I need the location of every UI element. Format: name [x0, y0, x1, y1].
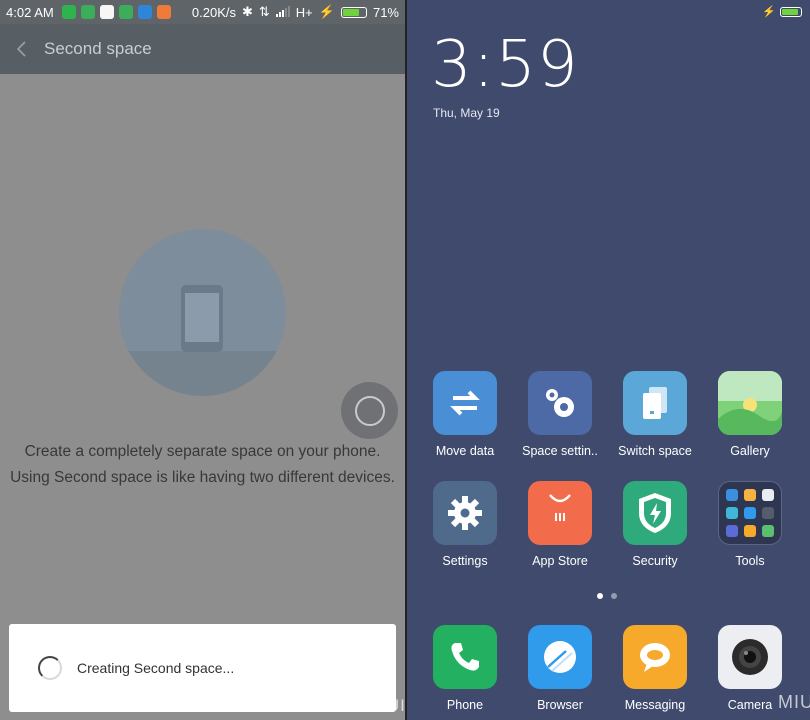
network-speed: 0.20K/s — [191, 4, 236, 20]
sim-notification-icon-2 — [118, 5, 133, 19]
progress-message: Creating Second space... — [77, 660, 235, 676]
back-button[interactable] — [0, 24, 44, 74]
app-label: Move data — [435, 444, 495, 458]
cloud-notification-icon — [137, 5, 152, 19]
phone-icon — [433, 625, 497, 689]
loading-spinner-icon — [38, 656, 62, 680]
sim-notification-icon — [80, 5, 95, 19]
messaging-icon — [623, 625, 687, 689]
page-dot-1[interactable] — [597, 593, 603, 599]
app-label: Messaging — [624, 698, 686, 712]
circle-icon — [354, 395, 385, 426]
charging-icon: ⚡ — [318, 4, 335, 19]
camera-icon — [718, 625, 782, 689]
app-label: Gallery — [730, 444, 770, 458]
description-line-2: Using Second space is like having two di… — [10, 469, 395, 486]
page-dot-2[interactable] — [611, 593, 617, 599]
qq-notification-icon — [99, 5, 114, 19]
dock-browser[interactable]: Browser — [512, 625, 608, 712]
app-label: Space settin.. — [522, 444, 598, 458]
app-bar: Second space — [0, 24, 405, 74]
miui-watermark: MIUI — [778, 692, 810, 712]
status-bar: 4:02 AM 0.20K/s ✱ ⇅ H+ ⚡ 71% — [0, 0, 405, 24]
dock-messaging[interactable]: Messaging — [607, 625, 703, 712]
signal-icon — [275, 5, 290, 20]
second-space-screen: 4:02 AM 0.20K/s ✱ ⇅ H+ ⚡ 71% Second spac… — [0, 0, 405, 720]
data-transfer-icon: ⇅ — [258, 4, 270, 19]
app-settings[interactable]: Settings — [417, 481, 513, 568]
description-line-1: Create a completely separate space on yo… — [24, 443, 381, 460]
floating-assist-button[interactable] — [341, 382, 398, 439]
miui-watermark: MIUI — [366, 696, 405, 715]
network-type: H+ — [295, 4, 313, 20]
second-space-illustration — [119, 229, 286, 396]
clock-widget[interactable]: 3:59 — [431, 28, 579, 102]
status-bar-right: ⚡ — [762, 5, 802, 18]
date-text: Thu, May 19 — [433, 106, 500, 120]
app-switch-space[interactable]: Switch space — [607, 371, 703, 458]
charging-icon: ⚡ — [762, 6, 776, 18]
switch-space-icon — [623, 371, 687, 435]
battery-icon — [780, 6, 802, 17]
app-security[interactable]: Security — [607, 481, 703, 568]
battery-percent: 71% — [372, 4, 399, 20]
home-screen: ⚡ 3:59 Thu, May 19 Move data Space setti… — [407, 0, 810, 720]
app-store-icon — [528, 481, 592, 545]
app-space-settings[interactable]: Space settin.. — [512, 371, 608, 458]
app-label: Settings — [442, 554, 488, 568]
app-move-data[interactable]: Move data — [417, 371, 513, 458]
mi-notification-icon — [156, 5, 171, 19]
app-label: Browser — [537, 698, 583, 712]
chevron-left-icon — [16, 41, 26, 57]
dock-phone[interactable]: Phone — [417, 625, 513, 712]
battery-icon — [340, 6, 367, 18]
page-indicator — [597, 593, 617, 599]
page-title: Second space — [44, 39, 152, 58]
wechat-notification-icon — [61, 5, 76, 19]
move-data-icon — [433, 371, 497, 435]
security-icon — [623, 481, 687, 545]
phone-illustration-icon — [181, 285, 223, 352]
app-tools-folder[interactable]: Tools — [702, 481, 798, 568]
illustration-floor — [119, 351, 286, 396]
space-settings-icon — [528, 371, 592, 435]
gallery-icon — [718, 371, 782, 435]
bluetooth-icon: ✱ — [241, 4, 253, 19]
battery-level-fill — [342, 8, 359, 16]
app-label: App Store — [532, 554, 588, 568]
app-app-store[interactable]: App Store — [512, 481, 608, 568]
browser-icon — [528, 625, 592, 689]
app-gallery[interactable]: Gallery — [702, 371, 798, 458]
app-label: Phone — [446, 698, 484, 712]
settings-icon — [433, 481, 497, 545]
status-time: 4:02 AM — [6, 4, 54, 20]
app-label: Tools — [735, 554, 765, 568]
progress-dialog: Creating Second space... — [9, 624, 396, 712]
tools-folder-icon — [718, 481, 782, 545]
app-label: Switch space — [618, 444, 692, 458]
app-label: Security — [632, 554, 678, 568]
